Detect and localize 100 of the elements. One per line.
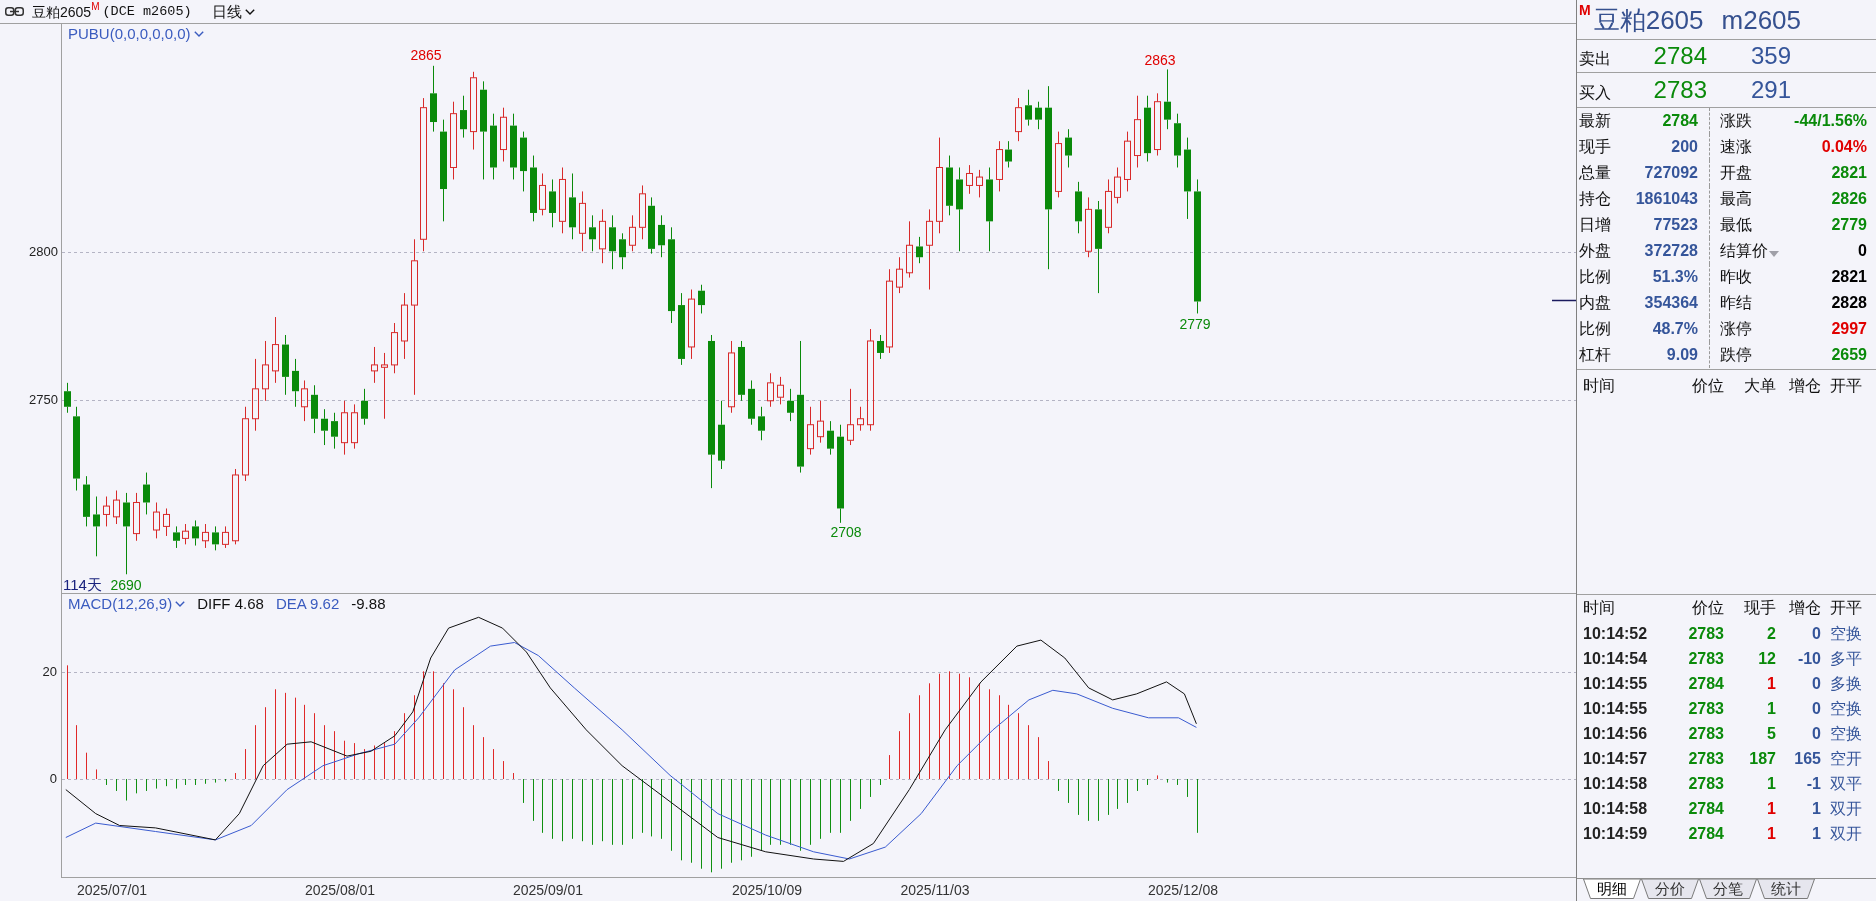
stat-value: 51.3% [1652, 267, 1698, 287]
chevron-down-icon [193, 31, 204, 37]
trade-type: 空换 [1829, 623, 1862, 644]
trade-price: 2784 [1687, 673, 1724, 694]
price-label: 2708 [830, 524, 862, 540]
position-change: -1 [1805, 773, 1821, 794]
trade-price: 2783 [1687, 773, 1724, 794]
column-header: 增仓 [1788, 376, 1821, 396]
stat-label: 涨停 [1720, 319, 1752, 339]
stat-value: 200 [1671, 137, 1698, 157]
trade-time: 10:14:55 [1582, 673, 1649, 694]
current-price-marker [1551, 299, 1576, 302]
trade-type: 双开 [1829, 798, 1862, 819]
position-change: 1 [1811, 823, 1821, 844]
indicator-dropdown[interactable]: PUBU(0,0,0,0,0,0) [68, 25, 204, 43]
quote-label: 卖出 [1579, 49, 1612, 69]
trade-time: 10:14:59 [1582, 823, 1649, 844]
stat-label: 昨结 [1720, 293, 1752, 313]
tab[interactable]: 明细 [1583, 879, 1641, 899]
date-label: 2025/11/03 [900, 882, 970, 898]
date-label: 2025/12/08 [1147, 882, 1219, 898]
stat-value: 2784 [1662, 111, 1698, 131]
trade-type: 空开 [1829, 748, 1862, 769]
stat-label: 比例 [1579, 267, 1611, 287]
trade-volume: 1 [1766, 673, 1776, 694]
trade-price: 2783 [1687, 698, 1724, 719]
price-label: 2779 [1179, 316, 1211, 332]
indicator-reading: DIFF 4.68 [197, 595, 264, 613]
stat-value: 372728 [1644, 241, 1698, 261]
position-change: 0 [1811, 698, 1821, 719]
column-header: 开平 [1829, 598, 1862, 618]
trade-price: 2784 [1687, 823, 1724, 844]
trade-price: 2783 [1687, 648, 1724, 669]
trade-time: 10:14:58 [1582, 798, 1649, 819]
chevron-down-icon [244, 8, 255, 15]
position-change: -10 [1796, 648, 1821, 669]
stat-value: 727092 [1644, 163, 1698, 183]
indicator-dropdown[interactable]: MACD(12,26,9) [68, 595, 186, 613]
position-change: 165 [1793, 748, 1821, 769]
trade-type: 多换 [1829, 673, 1862, 694]
tab[interactable]: 分笔 [1699, 879, 1757, 899]
link-icon [5, 7, 24, 16]
trade-volume: 1 [1766, 773, 1776, 794]
tab[interactable]: 分价 [1641, 879, 1699, 899]
position-change: 0 [1811, 723, 1821, 744]
stat-label: 速涨 [1720, 137, 1752, 157]
trade-volume: 1 [1766, 798, 1776, 819]
date-label: 2025/08/01 [304, 882, 376, 898]
stat-value: 354364 [1644, 293, 1698, 313]
trade-volume: 2 [1766, 623, 1776, 644]
indicator-reading: DEA 9.62 [275, 595, 340, 613]
trade-type: 双开 [1829, 823, 1862, 844]
trade-type: 空换 [1829, 698, 1862, 719]
stat-value: 2779 [1831, 215, 1867, 235]
market-mark: M [91, 1, 100, 13]
stat-label: 内盘 [1579, 293, 1611, 313]
position-change: 0 [1811, 673, 1821, 694]
trade-time: 10:14:58 [1582, 773, 1649, 794]
price-label: 2863 [1144, 52, 1176, 68]
stat-label: 杠杆 [1579, 345, 1611, 365]
stat-value: 48.7% [1652, 319, 1698, 339]
column-header: 开平 [1829, 376, 1862, 396]
stat-value: 0 [1858, 241, 1867, 261]
stat-value: 2826 [1831, 189, 1867, 209]
tab[interactable]: 统计 [1757, 879, 1815, 899]
instrument-name: 豆粕2605 [1593, 4, 1704, 35]
stat-label: 现手 [1579, 137, 1611, 157]
stat-label: 最高 [1720, 189, 1752, 209]
period-dropdown[interactable]: 日线 [211, 1, 255, 22]
trade-volume: 187 [1748, 748, 1776, 769]
date-label: 2025/10/09 [731, 882, 803, 898]
position-change: 0 [1811, 623, 1821, 644]
trade-price: 2783 [1687, 748, 1724, 769]
indicator-reading: -9.88 [351, 595, 386, 613]
stat-label: 跌停 [1720, 345, 1752, 365]
stat-label: 持仓 [1579, 189, 1611, 209]
chevron-down-icon [175, 601, 186, 607]
stat-value: 2821 [1831, 163, 1867, 183]
stat-label: 总量 [1579, 163, 1611, 183]
stat-label: 昨收 [1720, 267, 1752, 287]
stat-label: 外盘 [1579, 241, 1611, 261]
stat-value: 9.09 [1666, 345, 1698, 365]
quote-price: 2784 [1652, 42, 1707, 70]
stat-label: 日增 [1579, 215, 1611, 235]
stat-value: -44/1.56% [1794, 111, 1867, 131]
stat-value: 2659 [1831, 345, 1867, 365]
market-mark: M [1579, 3, 1591, 17]
trade-type: 多平 [1829, 648, 1862, 669]
day-count: 114天 [63, 576, 102, 594]
stat-label: 开盘 [1720, 163, 1752, 183]
date-label: 2025/07/01 [76, 882, 148, 898]
stat-label: 涨跌 [1720, 111, 1752, 131]
instrument-name: 豆粕2605 [32, 2, 92, 22]
stat-label: 最低 [1720, 215, 1752, 235]
column-header: 时间 [1582, 598, 1616, 618]
trade-type: 空换 [1829, 723, 1862, 744]
axis-label: 0 [49, 771, 57, 787]
trade-type: 双平 [1829, 773, 1862, 794]
trade-price: 2783 [1687, 723, 1724, 744]
quote-volume: 291 [1751, 76, 1792, 104]
